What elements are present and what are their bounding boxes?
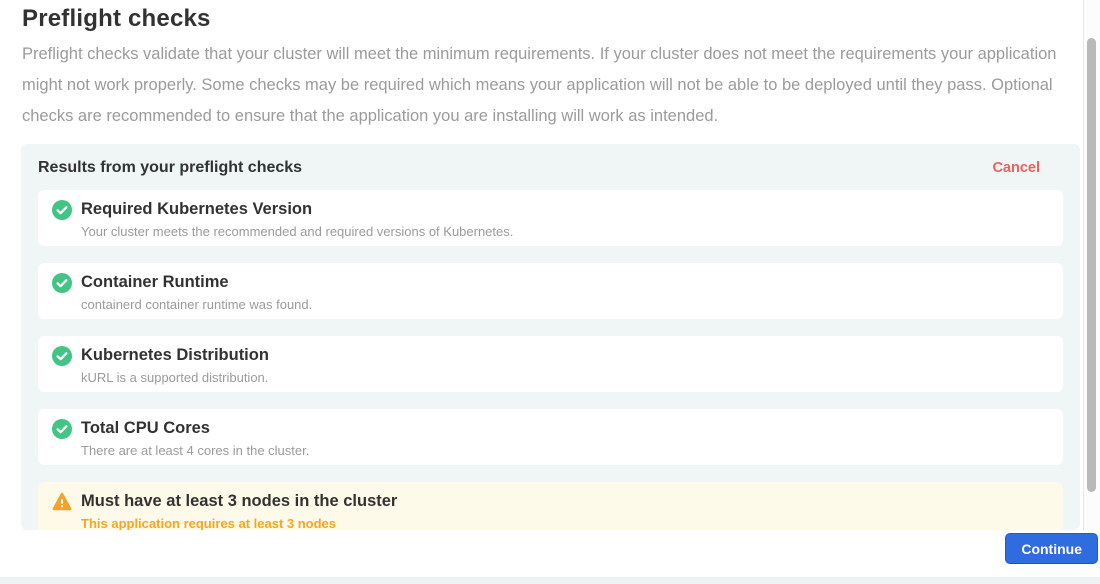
- check-text: Required Kubernetes Version Your cluster…: [81, 199, 513, 239]
- cancel-link[interactable]: Cancel: [992, 160, 1040, 176]
- check-title: Kubernetes Distribution: [81, 345, 269, 365]
- page-title: Preflight checks: [22, 5, 211, 33]
- check-title: Must have at least 3 nodes in the cluste…: [81, 491, 397, 511]
- bottom-strip: [0, 577, 1100, 584]
- check-message: This application requires at least 3 nod…: [81, 516, 397, 530]
- check-text: Must have at least 3 nodes in the cluste…: [81, 491, 397, 530]
- results-panel-header: Results from your preflight checks Cance…: [38, 144, 1063, 190]
- check-circle-icon: [52, 273, 72, 293]
- check-text: Kubernetes Distribution kURL is a suppor…: [81, 345, 269, 385]
- check-text: Total CPU Cores There are at least 4 cor…: [81, 418, 309, 458]
- check-result-card: Total CPU Cores There are at least 4 cor…: [38, 409, 1063, 465]
- check-text: Container Runtime containerd container r…: [81, 272, 312, 312]
- check-result-card: Must have at least 3 nodes in the cluste…: [38, 482, 1063, 530]
- check-message: kURL is a supported distribution.: [81, 370, 269, 385]
- check-result-card: Kubernetes Distribution kURL is a suppor…: [38, 336, 1063, 392]
- scrollbar-thumb[interactable]: [1087, 38, 1096, 492]
- check-message: There are at least 4 cores in the cluste…: [81, 443, 309, 458]
- check-message: containerd container runtime was found.: [81, 297, 312, 312]
- check-title: Total CPU Cores: [81, 418, 309, 438]
- scrollbar-track[interactable]: [1083, 0, 1100, 577]
- page-description: Preflight checks validate that your clus…: [22, 39, 1064, 132]
- check-message: Your cluster meets the recommended and r…: [81, 224, 513, 239]
- check-title: Container Runtime: [81, 272, 312, 292]
- check-circle-icon: [52, 419, 72, 439]
- warning-triangle-icon: [52, 492, 72, 512]
- check-result-card: Container Runtime containerd container r…: [38, 263, 1063, 319]
- check-result-card: Required Kubernetes Version Your cluster…: [38, 190, 1063, 246]
- checks-list: Required Kubernetes Version Your cluster…: [38, 190, 1063, 530]
- check-title: Required Kubernetes Version: [81, 199, 513, 219]
- results-heading: Results from your preflight checks: [38, 159, 302, 177]
- check-circle-icon: [52, 346, 72, 366]
- page-footer: Continue: [0, 530, 1100, 577]
- check-circle-icon: [52, 200, 72, 220]
- preflight-results-panel: Results from your preflight checks Cance…: [21, 144, 1080, 530]
- continue-button[interactable]: Continue: [1005, 533, 1098, 564]
